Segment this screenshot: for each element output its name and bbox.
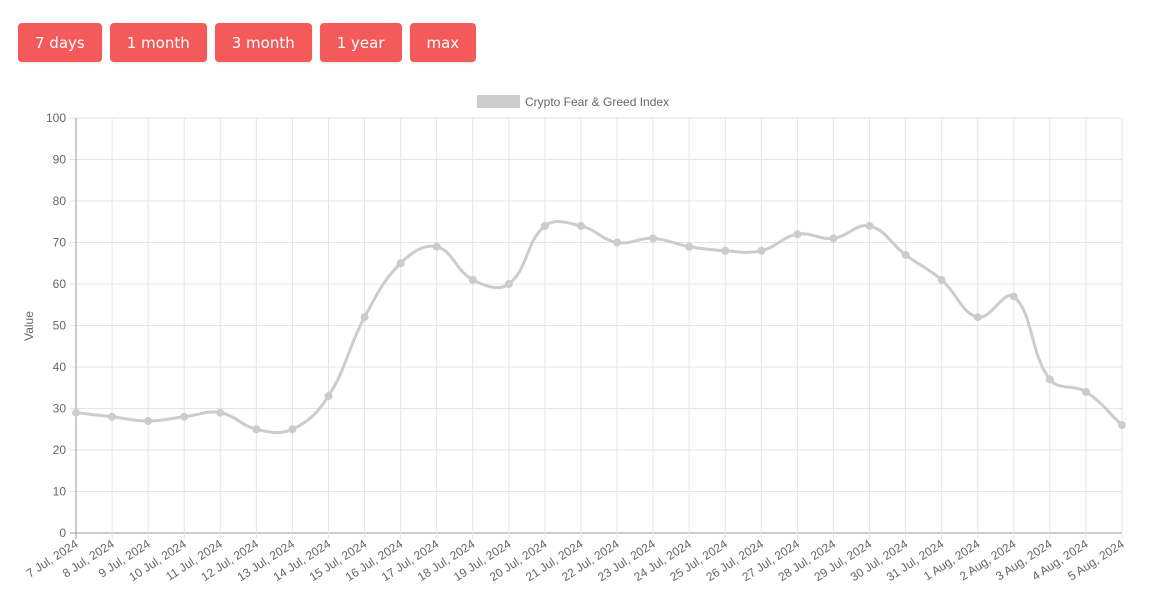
data-point: [252, 425, 261, 434]
data-point: [540, 221, 549, 230]
data-point: [757, 246, 766, 255]
chart-grid: [70, 117, 1123, 539]
y-axis-title: Value: [22, 311, 36, 341]
data-point: [649, 234, 658, 243]
data-point: [180, 412, 189, 421]
data-point: [829, 234, 838, 243]
data-point: [973, 313, 982, 322]
data-point: [1009, 292, 1018, 301]
y-axis-ticks: 0 10 20 30 40 50 60 70 80 90 100: [46, 111, 66, 540]
y-tick-label: 80: [53, 194, 67, 208]
series-line-group: [72, 220, 1126, 435]
data-point: [576, 221, 585, 230]
y-tick-label: 90: [53, 153, 67, 167]
y-tick-label: 50: [53, 319, 67, 333]
data-point: [396, 259, 405, 268]
data-point: [793, 230, 802, 239]
y-tick-label: 40: [53, 360, 67, 374]
fear-greed-line-chart: Crypto Fear & Greed Index 0 10 20 30 40 50 60 7…: [22, 95, 1127, 585]
data-point: [721, 246, 730, 255]
y-tick-label: 30: [53, 402, 67, 416]
data-point: [468, 275, 477, 284]
legend-label: Crypto Fear & Greed Index: [525, 95, 669, 109]
y-tick-label: 10: [53, 485, 67, 499]
data-point: [613, 238, 622, 247]
data-point: [504, 280, 513, 288]
data-point: [144, 416, 153, 425]
data-point: [685, 242, 694, 251]
data-point: [937, 275, 946, 284]
y-tick-label: 0: [59, 526, 66, 540]
data-point: [1045, 375, 1054, 384]
data-point: [1118, 421, 1126, 430]
data-point: [324, 392, 333, 401]
data-point: [432, 242, 441, 251]
data-point: [288, 425, 297, 434]
x-axis-ticks: 7 Jul, 20248 Jul, 20249 Jul, 202410 Jul,…: [24, 537, 1127, 585]
data-point: [72, 408, 80, 417]
y-tick-label: 70: [53, 236, 67, 250]
y-tick-label: 60: [53, 277, 67, 291]
series-line: [75, 220, 1124, 435]
chart-legend[interactable]: Crypto Fear & Greed Index: [477, 95, 669, 109]
data-point: [108, 412, 117, 421]
data-point: [216, 408, 225, 417]
data-point: [1081, 387, 1090, 396]
data-point: [901, 250, 910, 259]
y-tick-label: 100: [46, 111, 66, 125]
legend-swatch: [477, 95, 520, 108]
data-point: [360, 313, 369, 322]
y-tick-label: 20: [53, 443, 67, 457]
data-point: [865, 221, 874, 230]
